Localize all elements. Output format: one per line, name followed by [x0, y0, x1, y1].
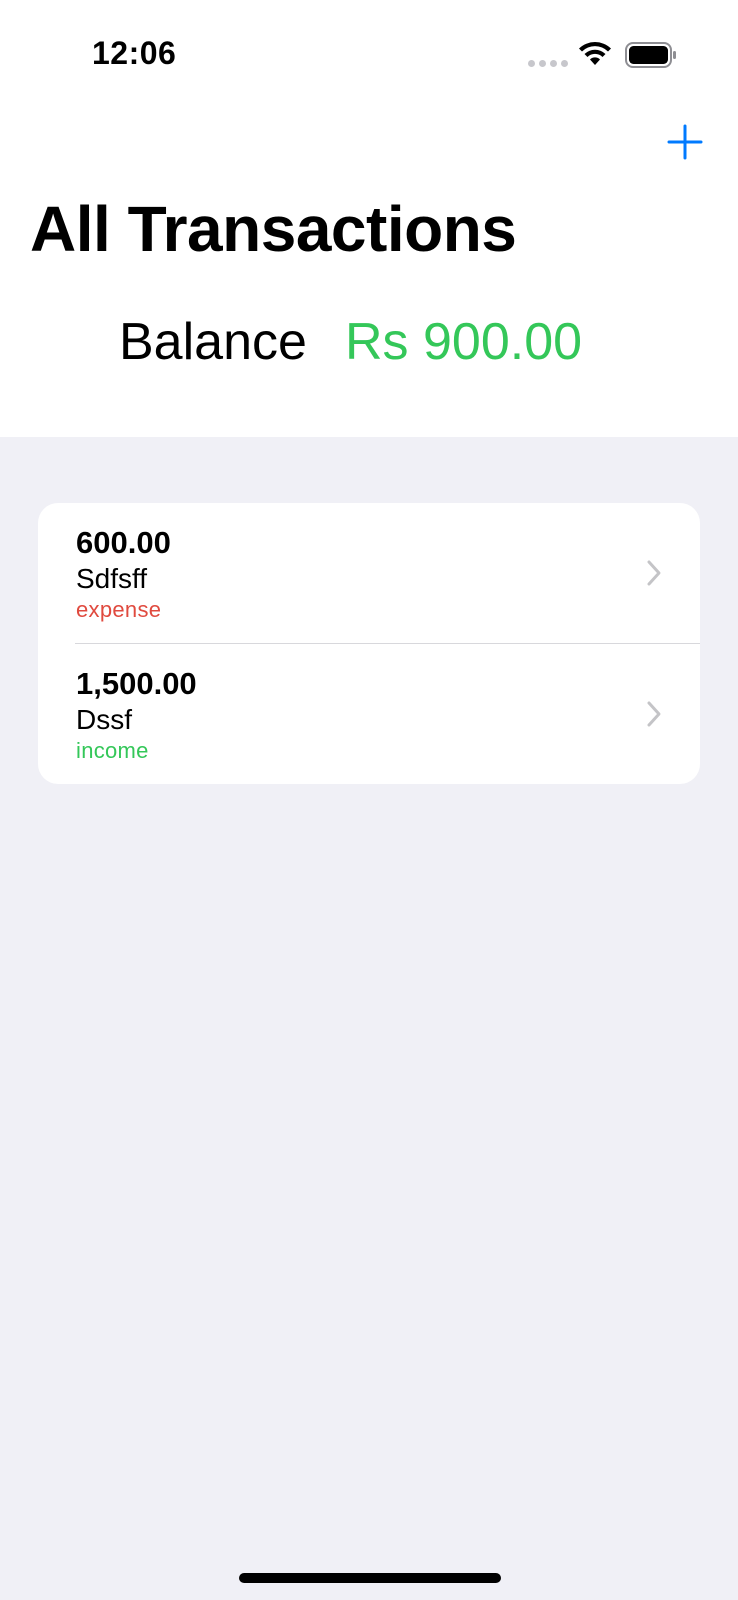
home-indicator[interactable]: [239, 1573, 501, 1583]
transaction-name: Dssf: [76, 704, 132, 735]
balance-value: Rs 900.00: [345, 313, 583, 371]
transaction-amount: 1,500.00: [76, 666, 197, 701]
transaction-row[interactable]: 600.00 Sdfsff expense: [38, 503, 700, 643]
wifi-icon: [579, 42, 611, 65]
page-title: All Transactions: [30, 193, 517, 265]
header: 12:06 All Transactions Balance Rs 900.00: [0, 0, 738, 437]
balance-label: Balance: [119, 313, 307, 371]
transaction-amount: 600.00: [76, 525, 171, 560]
cellular-signal-icon: [528, 60, 568, 67]
transaction-type: expense: [76, 597, 162, 622]
battery-icon: [625, 42, 676, 68]
transactions-list: 600.00 Sdfsff expense 1,500.00 Dssf inco…: [38, 503, 700, 784]
status-time: 12:06: [92, 35, 177, 71]
transaction-name: Sdfsff: [76, 563, 148, 594]
transaction-type: income: [76, 738, 149, 763]
chevron-right-icon: [647, 701, 661, 727]
add-button[interactable]: [665, 122, 705, 162]
screen: 12:06 All Transactions Balance Rs 900.00…: [0, 0, 738, 1600]
transaction-row[interactable]: 1,500.00 Dssf income: [38, 644, 700, 784]
chevron-right-icon: [647, 560, 661, 586]
